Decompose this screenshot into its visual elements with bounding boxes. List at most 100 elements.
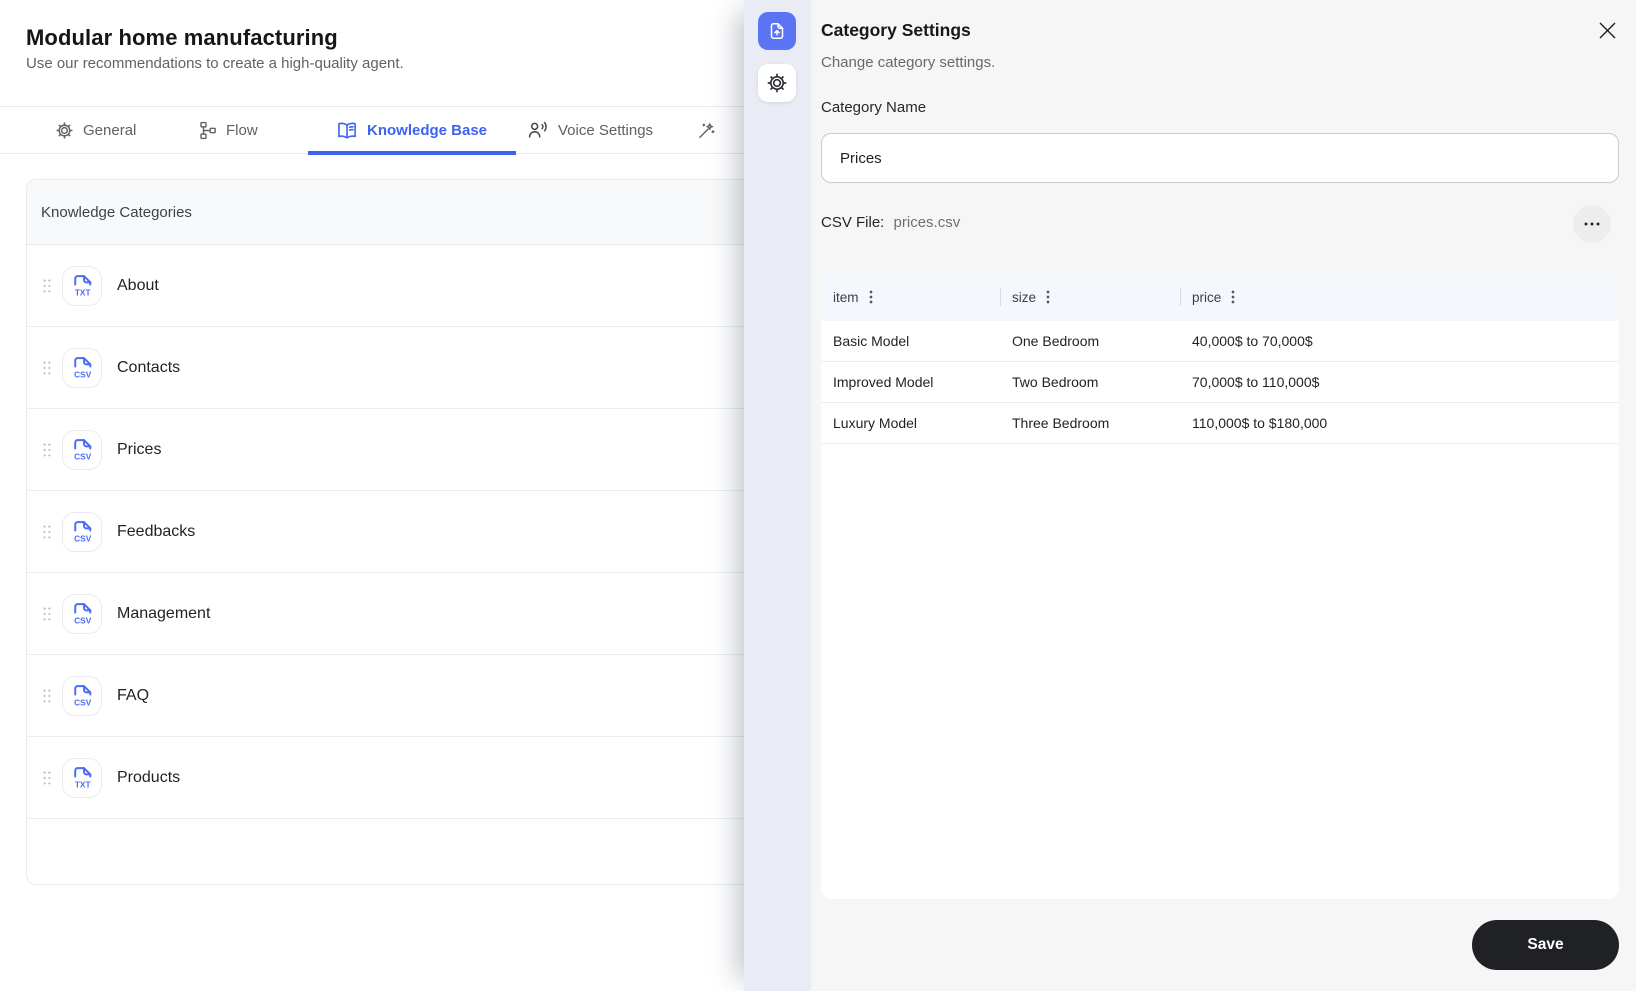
save-button[interactable]: Save — [1472, 920, 1619, 970]
category-file-button[interactable]: CSV — [62, 347, 102, 388]
table-header-row: item size price — [821, 273, 1619, 321]
knowledge-categories-header: Knowledge Categories — [27, 180, 744, 245]
flow-icon — [200, 121, 216, 139]
cell-item: Luxury Model — [833, 415, 918, 431]
cell-item: Basic Model — [833, 333, 910, 349]
category-file-button[interactable]: CSV — [62, 429, 102, 470]
magic-wand-icon — [699, 122, 715, 138]
category-name-input[interactable] — [821, 133, 1619, 183]
csv-file-label: CSV File: — [821, 214, 885, 231]
knowledge-category-row[interactable]: TXT Products — [27, 737, 744, 819]
drag-handle-icon[interactable] — [42, 442, 52, 458]
file-upload-button[interactable] — [758, 12, 796, 50]
knowledge-category-row[interactable]: CSV Contacts — [27, 327, 744, 409]
svg-text:CSV: CSV — [74, 533, 92, 543]
screen: Modular home manufacturing Use our recom… — [0, 0, 1636, 991]
panel-subtitle: Change category settings. — [821, 54, 996, 71]
tab-label: Knowledge Base — [367, 121, 488, 139]
table-row: Improved Model Two Bedroom 70,000$ to 11… — [821, 362, 1619, 403]
cell-size: Three Bedroom — [1012, 415, 1110, 431]
file-txt-icon: TXT — [73, 767, 91, 789]
panel-title: Category Settings — [821, 20, 971, 40]
category-file-button[interactable]: TXT — [62, 265, 102, 306]
file-txt-icon: TXT — [73, 275, 91, 297]
tab-general[interactable]: General — [55, 107, 136, 153]
svg-text:CSV: CSV — [74, 451, 92, 461]
gear-icon — [767, 73, 787, 93]
svg-text:TXT: TXT — [74, 779, 90, 789]
svg-text:CSV: CSV — [74, 615, 92, 625]
csv-preview-table: item size price Basic Model One Bedroom … — [821, 273, 1619, 899]
knowledge-category-row[interactable]: CSV Feedbacks — [27, 491, 744, 573]
tab-magic[interactable] — [697, 107, 725, 153]
cell-size: One Bedroom — [1012, 333, 1100, 349]
tab-flow[interactable]: Flow — [199, 107, 258, 153]
file-upload-icon — [770, 23, 784, 39]
file-csv-icon: CSV — [74, 439, 92, 461]
voice-icon — [528, 121, 547, 138]
knowledge-category-row[interactable]: CSV Prices — [27, 409, 744, 491]
csv-more-options-button[interactable] — [1573, 205, 1611, 243]
drag-handle-icon[interactable] — [42, 770, 52, 786]
column-label: price — [1192, 289, 1222, 305]
category-settings-panel: Category Settings Change category settin… — [811, 0, 1636, 991]
file-csv-icon: CSV — [74, 685, 92, 707]
agent-editor-page: Modular home manufacturing Use our recom… — [0, 0, 744, 991]
category-file-button[interactable]: CSV — [62, 675, 102, 716]
settings-button[interactable] — [758, 64, 796, 102]
csv-file-row: CSV File: prices.csv — [821, 214, 960, 231]
drag-handle-icon[interactable] — [42, 688, 52, 704]
column-header-price: price — [1180, 273, 1619, 321]
column-menu-icon[interactable] — [869, 290, 873, 304]
page-subtitle: Use our recommendations to create a high… — [26, 55, 404, 72]
table-row: Basic Model One Bedroom 40,000$ to 70,00… — [821, 321, 1619, 362]
drag-handle-icon[interactable] — [42, 360, 52, 376]
cell-price: 40,000$ to 70,000$ — [1192, 333, 1313, 349]
svg-text:TXT: TXT — [74, 287, 90, 297]
knowledge-categories-card: Knowledge Categories TXT About CSV Conta… — [26, 179, 744, 885]
category-file-button[interactable]: CSV — [62, 593, 102, 634]
csv-file-value: prices.csv — [893, 214, 961, 231]
close-icon — [1599, 22, 1615, 38]
cell-size: Two Bedroom — [1012, 374, 1099, 390]
file-csv-icon: CSV — [74, 603, 92, 625]
tab-knowledge-base[interactable]: Knowledge Base — [337, 107, 487, 153]
close-button[interactable] — [1596, 19, 1618, 41]
category-label: Management — [117, 604, 211, 622]
category-label: Feedbacks — [117, 522, 196, 540]
category-label: Contacts — [117, 358, 181, 376]
tab-bar: General Flow Knowledge Base Voice Settin… — [0, 106, 744, 155]
drag-handle-icon[interactable] — [42, 524, 52, 540]
category-label: FAQ — [117, 686, 150, 704]
category-file-button[interactable]: CSV — [62, 511, 102, 552]
column-header-item: item — [821, 273, 1000, 321]
tab-label: Flow — [226, 121, 258, 139]
tab-label: Voice Settings — [558, 121, 654, 139]
category-settings-overlay: Category Settings Change category settin… — [744, 0, 1636, 991]
category-label: Prices — [117, 440, 162, 458]
knowledge-category-row[interactable]: TXT About — [27, 245, 744, 327]
file-csv-icon: CSV — [74, 521, 92, 543]
category-file-button[interactable]: TXT — [62, 757, 102, 798]
column-separator — [1180, 288, 1181, 306]
category-name-label: Category Name — [821, 99, 927, 116]
drag-handle-icon[interactable] — [42, 278, 52, 294]
svg-text:CSV: CSV — [74, 697, 92, 707]
category-label: About — [117, 276, 159, 294]
column-menu-icon[interactable] — [1046, 290, 1050, 304]
cell-price: 110,000$ to $180,000 — [1192, 415, 1328, 431]
knowledge-category-row[interactable]: CSV Management — [27, 573, 744, 655]
drag-handle-icon[interactable] — [42, 606, 52, 622]
tab-label: General — [83, 121, 137, 139]
column-menu-icon[interactable] — [1231, 290, 1235, 304]
cell-item: Improved Model — [833, 374, 934, 390]
side-rail — [744, 0, 811, 991]
tab-voice-settings[interactable]: Voice Settings — [528, 107, 653, 153]
category-label: Products — [117, 768, 181, 786]
ellipsis-icon — [1584, 222, 1600, 226]
table-row: Luxury Model Three Bedroom 110,000$ to $… — [821, 403, 1619, 444]
open-book-icon — [338, 122, 356, 139]
knowledge-category-row[interactable]: CSV FAQ — [27, 655, 744, 737]
cell-price: 70,000$ to 110,000$ — [1192, 374, 1320, 390]
column-separator — [1000, 288, 1001, 306]
